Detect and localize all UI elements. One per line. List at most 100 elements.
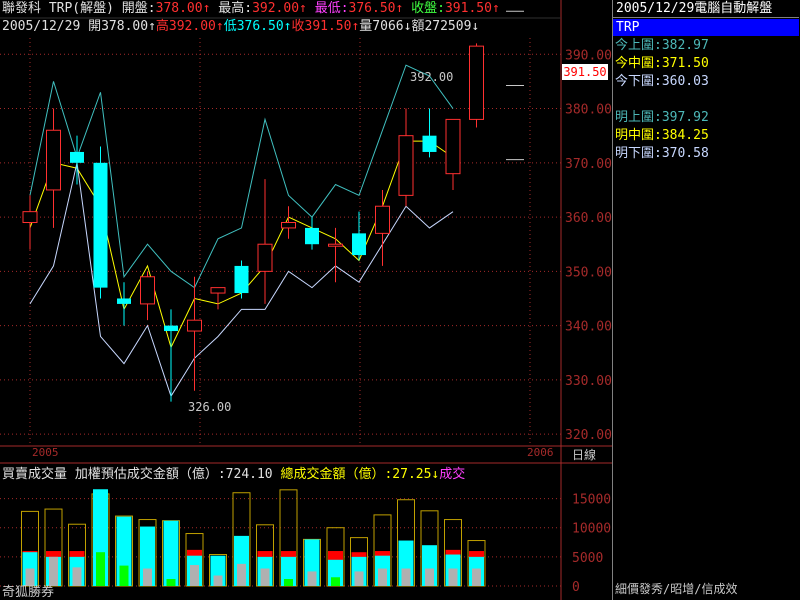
y-tick-label: 330.00 [565, 374, 612, 389]
footer-brand: 奇狐勝券 [2, 585, 55, 600]
tomorrow-mid-label: 明中圍: [615, 128, 662, 143]
volume-bar [162, 520, 180, 587]
candle-body [117, 298, 131, 304]
candle [352, 211, 366, 261]
price-tag: 391.50 [562, 64, 608, 80]
volume-bar [21, 510, 39, 587]
candle [281, 206, 296, 239]
volume-green [119, 565, 129, 586]
today-mid-label: 今中圍: [615, 56, 662, 71]
tomorrow-upper-label: 明上圍: [615, 110, 662, 125]
volume-bar [279, 489, 298, 587]
today-lower-value: 360.03 [661, 74, 709, 89]
candle-body [281, 222, 296, 229]
candle [46, 108, 61, 228]
volume-header: 買賣成交量 加權預估成交金額（億）:724.10 總成交金額（億）:27.25↓… [2, 466, 465, 484]
y-tick-label: 390.00 [565, 48, 612, 63]
year-2006: 2006 [527, 446, 554, 459]
y-tick-label: 380.00 [565, 103, 612, 118]
y-tick-label: 370.00 [565, 157, 612, 172]
volume-bar [185, 533, 204, 587]
vol-tick-label: 0 [572, 580, 580, 595]
today-upper-label: 今上圍: [615, 38, 662, 53]
today-lower-row: 今下圍:360.03 [615, 73, 799, 91]
panel-title: 2005/12/29電腦自動解盤 [613, 0, 799, 18]
candle-body [46, 129, 61, 191]
candle [375, 189, 390, 266]
candle-body [257, 243, 273, 272]
candle-body [210, 287, 226, 294]
total-amount: 總成交金額（億）:27.25↓ [280, 467, 440, 482]
analysis-panel: 2005/12/29電腦自動解盤 TRP 今上圍:382.97 今中圍:371.… [612, 0, 800, 600]
candle [210, 287, 226, 310]
today-upper-value: 382.97 [661, 38, 709, 53]
volume-down [163, 520, 179, 586]
candle-body [422, 135, 437, 152]
mid-band-line [29, 140, 454, 349]
volume-bar [232, 492, 251, 587]
candle [469, 43, 484, 128]
candle-body [352, 233, 366, 256]
y-tick-label: 360.00 [565, 211, 612, 226]
candle-body [398, 135, 414, 196]
volume-grey [354, 571, 364, 586]
candle-body [305, 227, 319, 245]
low-annotation: 326.00 [188, 400, 232, 414]
weighted-amount: 加權預估成交金額（億）:724.10 [74, 467, 273, 482]
candle-body [22, 211, 38, 224]
candle [445, 118, 461, 190]
volume-bar [467, 540, 486, 587]
volume-grey [448, 568, 458, 586]
price-chart[interactable]: 390.00 380.00 370.00 360.00 350.00 340.00 330.… [0, 0, 612, 600]
today-lower-label: 今下圍: [615, 74, 662, 89]
candle [305, 217, 319, 250]
candle-body [187, 319, 202, 332]
volume-grey [213, 575, 223, 586]
tomorrow-lower-label: 明下圍: [615, 146, 662, 161]
volume-green [96, 552, 105, 586]
y-tick-label: 340.00 [565, 320, 612, 335]
candle [422, 108, 437, 158]
footer-right: 細價發秀/昭增/信成效 [615, 582, 738, 596]
period-label: 日線 [572, 448, 597, 462]
tomorrow-lower-value: 370.58 [661, 146, 709, 161]
volume-grey [425, 568, 434, 586]
volume-grey [72, 567, 82, 586]
candle [140, 271, 155, 321]
y-tick-label: 350.00 [565, 265, 612, 280]
candle-body [234, 265, 249, 294]
upper-band-line [29, 64, 454, 289]
volume-grey [143, 568, 152, 586]
high-annotation: 392.00 [410, 70, 454, 84]
volume-grey [260, 568, 270, 586]
volume-bar [350, 537, 368, 587]
candle-body [164, 325, 178, 332]
volume-bar [256, 524, 274, 587]
year-2005: 2005 [32, 446, 59, 459]
candle-body [70, 151, 84, 163]
volume-bars [21, 489, 486, 587]
volume-grey [378, 568, 387, 586]
today-mid-value: 371.50 [661, 56, 709, 71]
extra-label: 成交 [439, 467, 466, 482]
candle-body [140, 276, 155, 305]
volume-bar [91, 489, 110, 587]
tomorrow-mid-value: 384.25 [661, 128, 709, 143]
tomorrow-lower-row: 明下圍:370.58 [615, 145, 799, 163]
candle-body [375, 205, 390, 234]
candle-body [469, 45, 484, 120]
candle [234, 260, 249, 299]
volume-title: 買賣成交量 [2, 467, 68, 482]
volume-green [166, 579, 176, 586]
tomorrow-upper-row: 明上圍:397.92 [615, 109, 799, 127]
volume-bar [68, 523, 86, 587]
candle-body [445, 118, 461, 175]
today-upper-row: 今上圍:382.97 [615, 37, 799, 55]
candle [398, 108, 414, 207]
volume-bar [397, 499, 415, 587]
volume-bar [373, 514, 392, 587]
volume-grey [190, 565, 199, 586]
candles [22, 43, 484, 402]
axis-labels: 390.00 380.00 370.00 360.00 350.00 340.00 330.… [565, 48, 612, 595]
tab-trp[interactable]: TRP [613, 19, 799, 36]
